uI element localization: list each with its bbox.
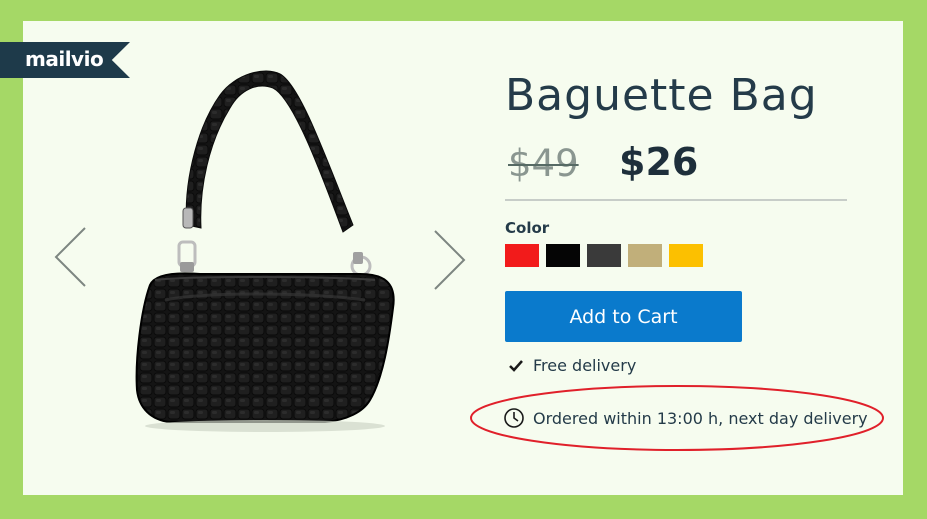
- color-swatches: [505, 244, 703, 267]
- color-swatch-red[interactable]: [505, 244, 539, 267]
- add-to-cart-button[interactable]: Add to Cart: [505, 291, 742, 342]
- order-deadline-text: Ordered within 13:00 h, next day deliver…: [533, 408, 868, 428]
- checkmark-icon: [509, 359, 523, 372]
- free-delivery-row: Free delivery: [508, 356, 636, 375]
- chevron-right-icon: [434, 230, 466, 290]
- next-image-button[interactable]: [432, 229, 468, 291]
- color-swatch-dark-gray[interactable]: [587, 244, 621, 267]
- original-price: $49: [508, 142, 579, 185]
- clock-icon: [504, 408, 524, 428]
- color-swatch-tan[interactable]: [628, 244, 662, 267]
- prev-image-button[interactable]: [52, 226, 88, 288]
- color-swatch-black[interactable]: [546, 244, 580, 267]
- price-divider: [505, 199, 847, 201]
- chevron-left-icon: [54, 227, 86, 287]
- color-label: Color: [505, 219, 550, 237]
- product-image: [135, 70, 395, 432]
- product-title: Baguette Bag: [505, 70, 818, 121]
- brand-logo: mailvio: [25, 47, 104, 71]
- color-swatch-yellow[interactable]: [669, 244, 703, 267]
- sale-price: $26: [619, 140, 699, 184]
- free-delivery-text: Free delivery: [533, 356, 637, 375]
- order-deadline-row: Ordered within 13:00 h, next day deliver…: [503, 407, 868, 429]
